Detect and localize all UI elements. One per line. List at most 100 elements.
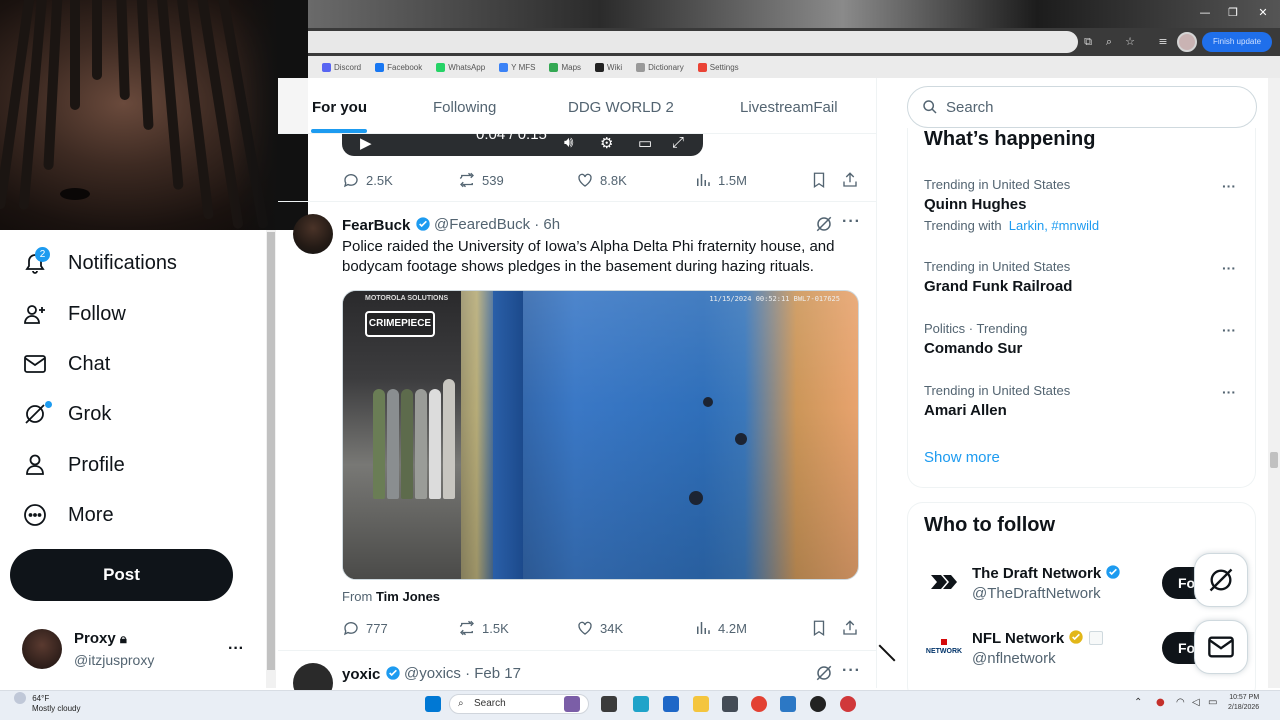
reply-button[interactable]: 2.5K (342, 171, 393, 189)
wifi-icon[interactable]: ◠ (1176, 697, 1185, 708)
share-button[interactable] (841, 619, 859, 637)
account-more-icon[interactable]: ··· (228, 640, 244, 658)
bookmark-item[interactable]: Maps (549, 62, 581, 72)
tweet-avatar[interactable] (293, 214, 333, 254)
nfl-network-avatar[interactable]: NETWORK (924, 629, 964, 669)
tab-for-you[interactable]: For you (312, 99, 367, 116)
trend-more-icon[interactable]: ··· (1222, 322, 1236, 338)
like-button[interactable]: 8.8K (576, 171, 627, 189)
trend-more-icon[interactable]: ··· (1222, 260, 1236, 276)
show-more-link[interactable]: Show more (924, 449, 1000, 466)
page-scrollbar-thumb[interactable] (1270, 452, 1278, 468)
weather-widget[interactable]: 64°F Mostly cloudy (14, 692, 80, 714)
app-icon[interactable] (722, 696, 738, 712)
follow-suggestion-name[interactable]: NFL Network (972, 629, 1103, 647)
trend-more-icon[interactable]: ··· (1222, 384, 1236, 400)
system-clock[interactable]: 10:57 PM 2/18/2026 (1228, 693, 1259, 713)
microphone-icon[interactable]: ● (1156, 697, 1165, 708)
widget-icon[interactable] (564, 696, 580, 712)
follow-suggestion-name[interactable]: The Draft Network (972, 564, 1121, 582)
left-scrollbar-thumb[interactable] (267, 232, 275, 670)
photos-icon[interactable] (780, 696, 796, 712)
tray-overflow-icon[interactable]: ⌃ (1134, 697, 1142, 708)
bookmark-item[interactable]: Wiki (595, 62, 622, 72)
tweet-author-name[interactable]: yoxic (342, 665, 401, 683)
bookmark-button[interactable] (810, 171, 828, 189)
trend-related[interactable]: Trending with Larkin, #mnwild (924, 218, 1099, 233)
volume-icon[interactable]: 🔊︎ (564, 134, 573, 151)
bookmark-star-icon[interactable]: ☆ (1122, 34, 1138, 50)
views-button[interactable]: 4.2M (694, 619, 747, 637)
file-explorer-icon[interactable] (693, 696, 709, 712)
menu-list-icon[interactable]: ≡ (1155, 34, 1171, 50)
repost-button[interactable]: 539 (458, 171, 504, 189)
obs-icon[interactable] (810, 696, 826, 712)
account-handle[interactable]: @itzjusproxy (74, 652, 154, 668)
search-box[interactable]: Search (907, 86, 1257, 128)
trend-more-icon[interactable]: ··· (1222, 178, 1236, 194)
views-button[interactable]: 1.5M (694, 171, 747, 189)
battery-icon[interactable]: ▭ (1208, 697, 1217, 708)
post-button[interactable]: Post (10, 549, 233, 601)
nav-grok[interactable]: Grok (22, 401, 111, 427)
bookmark-button[interactable] (810, 619, 828, 637)
restore-icon[interactable]: ❐ (1226, 6, 1240, 20)
account-avatar[interactable] (22, 629, 62, 669)
tweet-handle-time[interactable]: @yoxics · Feb 17 (404, 665, 521, 682)
nav-profile[interactable]: Profile (22, 452, 125, 478)
bookmark-item[interactable]: Facebook (375, 62, 422, 72)
nav-follow[interactable]: Follow (22, 301, 126, 327)
close-icon[interactable]: ✕ (1256, 6, 1270, 20)
bookmark-item[interactable]: WhatsApp (436, 62, 485, 72)
media-attribution[interactable]: From Tim Jones (342, 589, 440, 604)
play-icon[interactable]: ▶ (360, 134, 372, 152)
trend-name[interactable]: Quinn Hughes (924, 196, 1027, 213)
finish-update-button[interactable]: Finish update (1202, 32, 1272, 52)
tweet-more-icon[interactable]: ··· (842, 662, 861, 680)
install-icon[interactable]: ⧉ (1080, 34, 1096, 50)
start-icon[interactable] (425, 696, 441, 712)
zoom-icon[interactable]: ⌕ (1101, 34, 1117, 50)
trend-name[interactable]: Comando Sur (924, 340, 1022, 357)
nav-more[interactable]: More (22, 502, 114, 528)
tweet-handle-time[interactable]: @FearedBuck · 6h (434, 216, 560, 233)
tweet-more-icon[interactable]: ··· (842, 213, 861, 231)
trend-name[interactable]: Amari Allen (924, 402, 1007, 419)
settings-gear-icon[interactable]: ⚙ (600, 134, 613, 152)
repost-button[interactable]: 1.5K (458, 619, 509, 637)
bookmark-item[interactable]: Discord (322, 62, 361, 72)
edge-icon[interactable] (633, 696, 649, 712)
draft-network-avatar[interactable] (924, 562, 964, 602)
page-scrollbar[interactable] (1268, 78, 1280, 688)
nav-chat[interactable]: Chat (22, 351, 110, 377)
pip-icon[interactable]: ▭ (638, 134, 652, 152)
tab-livestreamfail[interactable]: LivestreamFail (740, 99, 838, 116)
account-name[interactable]: Proxy 🔒︎ (74, 630, 127, 647)
tweet-author-name[interactable]: FearBuck (342, 216, 431, 234)
browser-profile-avatar[interactable] (1177, 32, 1197, 52)
grok-explain-icon[interactable] (815, 215, 833, 238)
chrome-icon[interactable] (751, 696, 767, 712)
tab-following[interactable]: Following (433, 99, 496, 116)
store-icon[interactable] (663, 696, 679, 712)
like-button[interactable]: 34K (576, 619, 623, 637)
reply-button[interactable]: 777 (342, 619, 388, 637)
follow-suggestion-handle[interactable]: @nflnetwork (972, 650, 1056, 667)
fullscreen-icon[interactable]: ⤢ (672, 134, 684, 151)
trend-name[interactable]: Grand Funk Railroad (924, 278, 1072, 295)
tweet-video[interactable]: MOTOROLA SOLUTIONS 11/15/2024 00:52:11 B… (342, 290, 859, 580)
volume-icon[interactable]: ◁ (1192, 697, 1200, 708)
follow-suggestion-handle[interactable]: @TheDraftNetwork (972, 585, 1101, 602)
tab-ddg-world-2[interactable]: DDG WORLD 2 (568, 99, 674, 116)
grok-explain-icon[interactable] (815, 664, 833, 687)
bookmark-item[interactable]: Settings (697, 62, 739, 72)
messages-fab[interactable] (1194, 620, 1248, 674)
address-field[interactable] (308, 31, 1078, 53)
task-view-icon[interactable] (601, 696, 617, 712)
bookmark-item[interactable]: Dictionary (636, 62, 684, 72)
minimize-icon[interactable]: — (1198, 6, 1212, 20)
share-button[interactable] (841, 171, 859, 189)
grok-fab[interactable] (1194, 553, 1248, 607)
chrome-profile-icon[interactable] (840, 696, 856, 712)
bookmark-item[interactable]: Y MFS (499, 62, 535, 72)
